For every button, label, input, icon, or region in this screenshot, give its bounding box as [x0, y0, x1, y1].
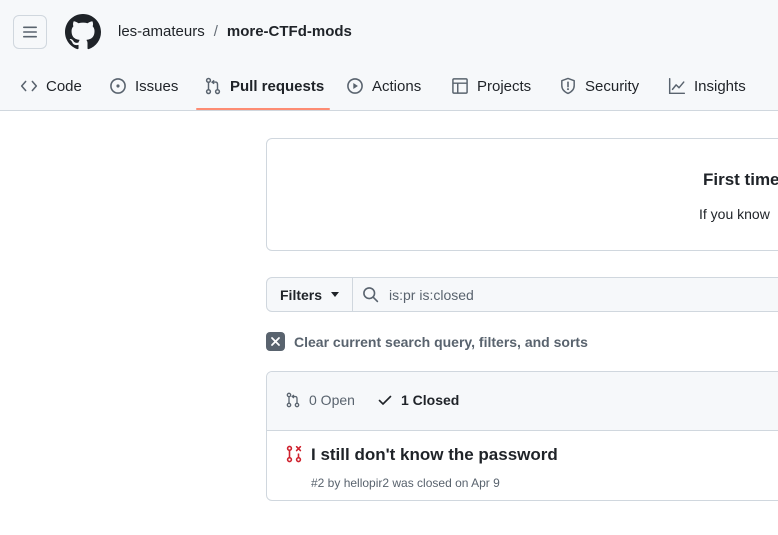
- repo-nav-tabs: Code Issues Pull requests Actions Projec…: [0, 70, 778, 110]
- closed-filter-link[interactable]: 1 Closed: [377, 392, 459, 408]
- breadcrumb: les-amateurs / more-CTFd-mods: [118, 23, 352, 40]
- hamburger-icon: [23, 26, 37, 38]
- repo-header: les-amateurs / more-CTFd-mods Code Issue…: [0, 0, 778, 111]
- x-icon: [266, 332, 285, 351]
- issue-opened-icon: [110, 78, 126, 94]
- open-filter-link[interactable]: 0 Open: [285, 392, 355, 408]
- clear-filters-label: Clear current search query, filters, and…: [294, 333, 588, 350]
- git-pull-request-closed-icon: [286, 445, 302, 463]
- table-icon: [452, 78, 468, 94]
- tab-actions[interactable]: Actions: [346, 70, 421, 102]
- tab-security-label: Security: [585, 77, 640, 95]
- breadcrumb-repo-link[interactable]: more-CTFd-mods: [227, 23, 352, 40]
- tab-issues[interactable]: Issues: [109, 70, 178, 102]
- banner-title: First time: [703, 170, 778, 189]
- tab-actions-label: Actions: [372, 77, 422, 95]
- tab-code-label: Code: [46, 77, 82, 95]
- search-input[interactable]: [389, 286, 769, 303]
- banner-text: If you know: [699, 206, 770, 222]
- breadcrumb-separator: /: [213, 23, 218, 40]
- tab-issues-label: Issues: [135, 77, 179, 95]
- code-icon: [20, 80, 38, 92]
- search-icon: [363, 287, 379, 303]
- list-item: I still don't know the password #2 by he…: [267, 432, 778, 500]
- tab-pull-requests-label: Pull requests: [230, 77, 325, 95]
- git-pull-request-icon: [286, 392, 300, 408]
- check-icon: [378, 395, 392, 405]
- pull-request-title-link[interactable]: I still don't know the password: [311, 445, 558, 465]
- menu-button[interactable]: [13, 15, 47, 49]
- github-logo-icon[interactable]: [65, 14, 101, 50]
- shield-icon: [561, 77, 575, 95]
- tab-projects[interactable]: Projects: [451, 70, 531, 102]
- tab-pull-requests[interactable]: Pull requests: [204, 70, 324, 102]
- tab-code[interactable]: Code: [20, 70, 82, 102]
- closed-count-label: 1 Closed: [401, 392, 460, 408]
- breadcrumb-owner-link[interactable]: les-amateurs: [118, 23, 205, 40]
- open-count-label: 0 Open: [309, 392, 355, 408]
- clear-filters-link[interactable]: Clear current search query, filters, and…: [266, 332, 588, 351]
- git-pull-request-icon: [205, 77, 221, 95]
- filters-button[interactable]: Filters: [266, 277, 353, 312]
- active-tab-underline: [196, 108, 330, 110]
- tab-security[interactable]: Security: [559, 70, 639, 102]
- triangle-down-icon: [331, 292, 340, 297]
- pull-request-meta: #2 by hellopir2 was closed on Apr 9: [311, 476, 500, 490]
- graph-icon: [668, 77, 686, 95]
- search-bar[interactable]: [352, 277, 778, 312]
- list-header: 0 Open 1 Closed: [267, 372, 778, 431]
- tab-projects-label: Projects: [477, 77, 532, 95]
- tab-insights-label: Insights: [694, 77, 746, 95]
- filters-button-label: Filters: [280, 286, 323, 303]
- pull-request-list: 0 Open 1 Closed I still don't know the p…: [266, 371, 778, 501]
- play-icon: [347, 78, 363, 94]
- tab-insights[interactable]: Insights: [668, 70, 746, 102]
- first-time-contributor-banner: First time If you know: [266, 138, 778, 251]
